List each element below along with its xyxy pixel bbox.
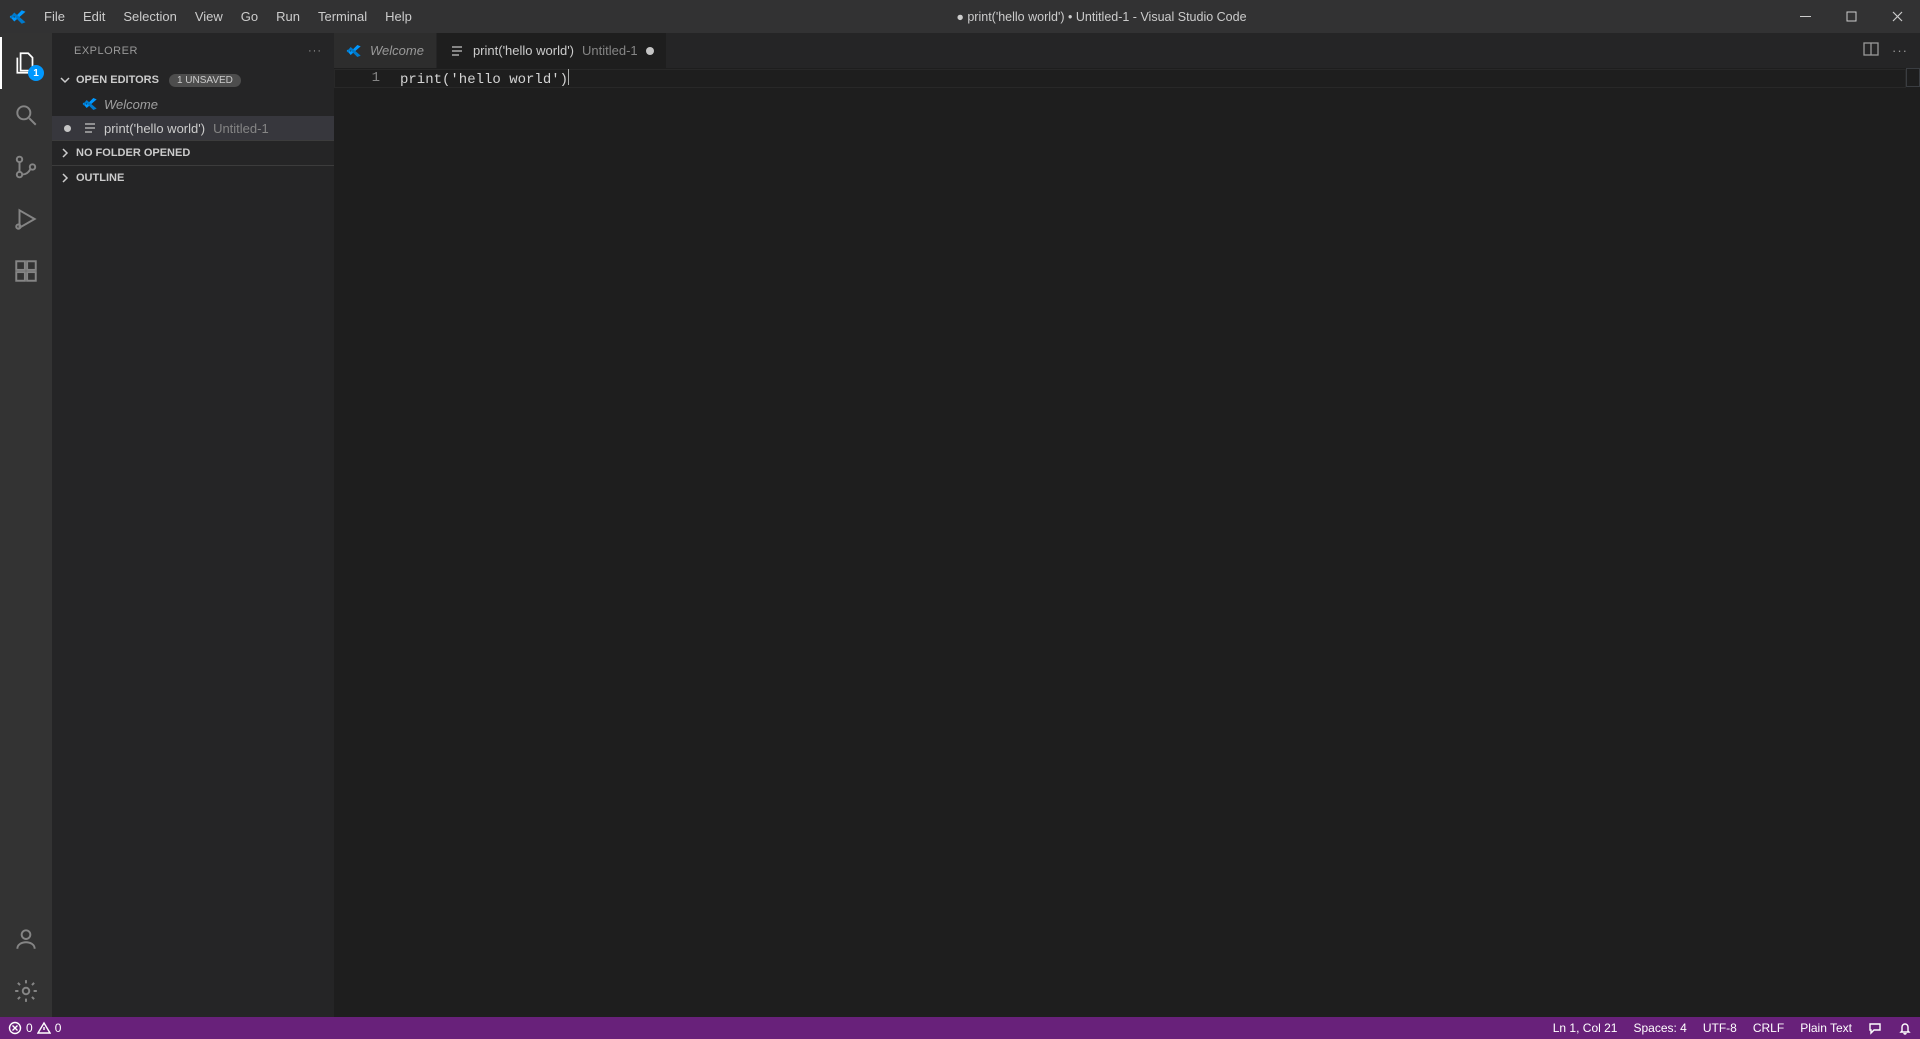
status-position[interactable]: Ln 1, Col 21 [1545,1017,1626,1039]
app-icon [0,0,35,33]
status-warnings: 0 [55,1021,62,1035]
chevron-down-icon [58,73,72,87]
tab-untitled-label: print('hello world') [473,43,574,58]
line-number: 1 [334,69,380,88]
unsaved-badge: 1 UNSAVED [169,74,241,87]
text-cursor [568,69,569,85]
open-editor-welcome[interactable]: Welcome [52,92,334,116]
status-eol[interactable]: CRLF [1745,1017,1792,1039]
activity-source-control[interactable] [0,141,52,193]
status-encoding[interactable]: UTF-8 [1695,1017,1745,1039]
tab-untitled[interactable]: print('hello world') Untitled-1 [437,33,667,68]
split-editor-icon[interactable] [1862,40,1880,61]
menu-selection[interactable]: Selection [114,0,185,33]
status-problems[interactable]: 0 0 [0,1017,69,1039]
line-number-gutter: 1 [334,68,400,1017]
editor-area: Welcome print('hello world') Untitled-1 [334,33,1920,1017]
status-notifications-icon[interactable] [1890,1017,1920,1039]
activity-search[interactable] [0,89,52,141]
outline-label: OUTLINE [76,172,124,184]
menu-bar: File Edit Selection View Go Run Terminal… [35,0,421,33]
menu-view[interactable]: View [186,0,232,33]
activity-extensions[interactable] [0,245,52,297]
activity-explorer[interactable]: 1 [0,37,52,89]
open-editor-untitled[interactable]: print('hello world') Untitled-1 [52,116,334,140]
menu-terminal[interactable]: Terminal [309,0,376,33]
status-feedback-icon[interactable] [1860,1017,1890,1039]
sidebar-more-icon[interactable]: ··· [308,45,322,57]
menu-run[interactable]: Run [267,0,309,33]
sidebar-title: EXPLORER [74,45,138,57]
code-pane[interactable]: print('hello world') [400,68,1920,1017]
menu-help[interactable]: Help [376,0,421,33]
explorer-badge: 1 [28,65,44,81]
window-controls [1782,0,1920,33]
menu-go[interactable]: Go [232,0,267,33]
chevron-right-icon [58,146,72,160]
tab-untitled-sub: Untitled-1 [582,43,638,58]
activity-accounts[interactable] [0,913,52,965]
minimap[interactable] [1906,68,1920,87]
menu-file[interactable]: File [35,0,74,33]
activity-run-debug[interactable] [0,193,52,245]
tab-welcome[interactable]: Welcome [334,33,437,68]
status-language[interactable]: Plain Text [1792,1017,1860,1039]
sidebar-header: EXPLORER ··· [52,33,334,68]
open-editor-untitled-label: print('hello world') [104,121,205,136]
status-errors: 0 [26,1021,33,1035]
activity-bar: 1 [0,33,52,1017]
status-indent[interactable]: Spaces: 4 [1625,1017,1694,1039]
no-folder-label: NO FOLDER OPENED [76,147,190,159]
editor-more-icon[interactable]: ··· [1892,43,1908,58]
open-editors-header[interactable]: OPEN EDITORS 1 UNSAVED [52,68,334,92]
code-line[interactable]: print('hello world') [400,69,1920,90]
open-editor-untitled-sub: Untitled-1 [213,121,269,136]
activity-settings[interactable] [0,965,52,1017]
status-bar: 0 0 Ln 1, Col 21 Spaces: 4 UTF-8 CRLF Pl… [0,1017,1920,1039]
tab-welcome-label: Welcome [370,43,424,58]
editor-actions: ··· [1850,33,1920,68]
side-bar: EXPLORER ··· OPEN EDITORS 1 UNSAVED Welc… [52,33,334,1017]
tabs-row: Welcome print('hello world') Untitled-1 [334,33,1920,68]
dirty-dot-icon [64,125,71,132]
window-title: ● print('hello world') • Untitled-1 - Vi… [421,10,1782,24]
menu-edit[interactable]: Edit [74,0,114,33]
outline-header[interactable]: OUTLINE [52,166,334,190]
chevron-right-icon [58,171,72,185]
window-maximize-button[interactable] [1828,0,1874,33]
window-minimize-button[interactable] [1782,0,1828,33]
title-bar: File Edit Selection View Go Run Terminal… [0,0,1920,33]
no-folder-header[interactable]: NO FOLDER OPENED [52,141,334,165]
tab-dirty-dot-icon [646,47,654,55]
editor-body[interactable]: 1 print('hello world') [334,68,1920,1017]
code-text: print('hello world') [400,72,568,88]
window-close-button[interactable] [1874,0,1920,33]
open-editor-welcome-label: Welcome [104,97,158,112]
open-editors-label: OPEN EDITORS [76,74,159,86]
